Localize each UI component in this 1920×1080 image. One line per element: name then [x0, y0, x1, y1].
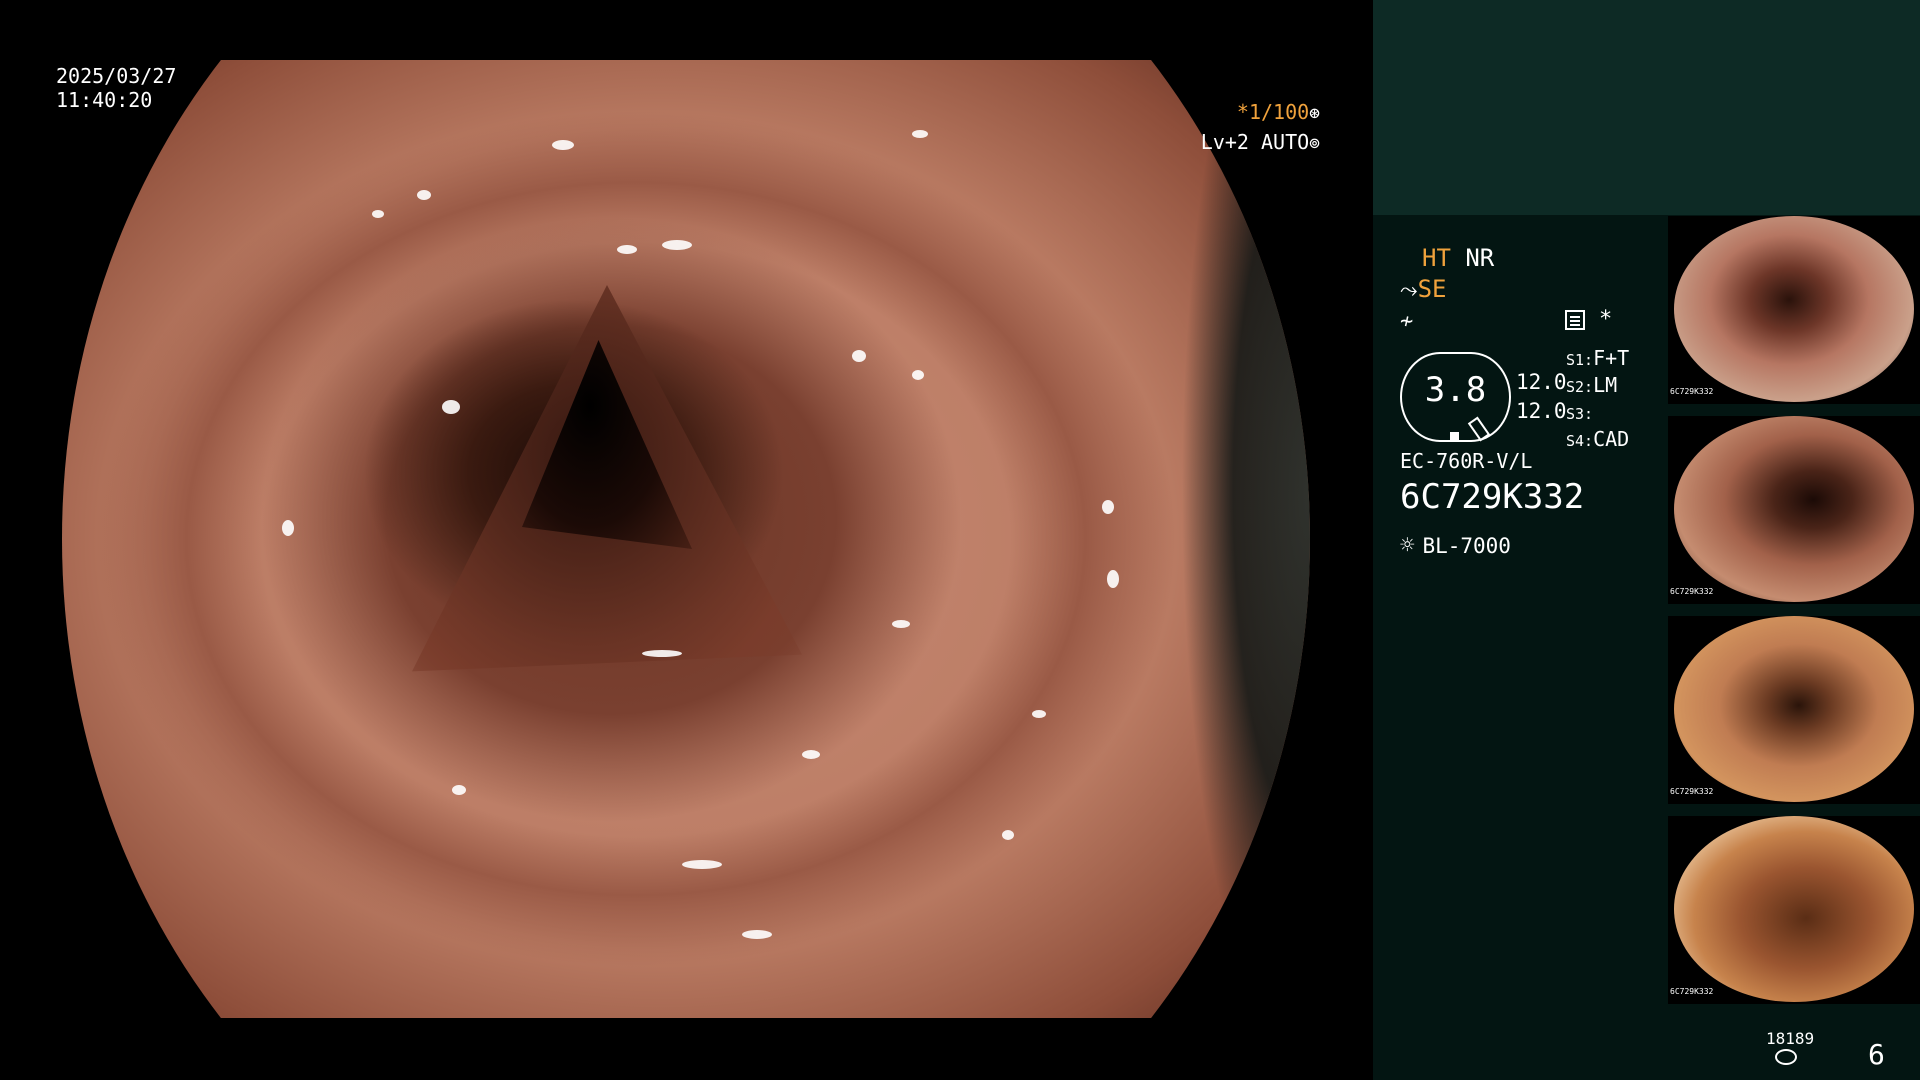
switch-s4: S4:CAD	[1566, 427, 1630, 451]
scope-model: EC-760R-V/L	[1400, 449, 1533, 473]
scope-serial: 6C729K332	[1400, 477, 1585, 517]
reading-2: 12.0	[1516, 399, 1567, 423]
agc-level: Lv+2 AUTO⊚	[1190, 128, 1320, 158]
star-indicator: *	[1599, 307, 1613, 332]
aperture-icon: ⊛	[1309, 103, 1320, 124]
thumbnail[interactable]: 6C729K332	[1668, 616, 1920, 804]
time-text: 11:40:20	[56, 88, 153, 112]
disk-icon	[1775, 1049, 1797, 1065]
storage-count: 18189	[1766, 1029, 1815, 1048]
settings-row: *	[1565, 305, 1612, 335]
switch-s1: S1:F+T	[1566, 346, 1630, 370]
filter-row: ≁	[1400, 305, 1413, 337]
exposure-info: *1/100⊛ Lv+2 AUTO⊚	[1190, 98, 1320, 158]
light-source-label: BL-7000	[1422, 534, 1511, 558]
zoom-marker-icon	[1450, 432, 1459, 440]
thumbnail-image	[1674, 216, 1914, 402]
settings-icon	[1565, 310, 1585, 330]
agc-value: Lv+2 AUTO	[1200, 130, 1310, 154]
switch-s2: S2:LM	[1566, 373, 1618, 397]
readings: 12.0 12.0	[1516, 368, 1567, 426]
endoscope-view: 2025/03/27 11:40:20 *1/100⊛ Lv+2 AUTO⊚	[0, 0, 1373, 1080]
iris-icon: ⊚	[1309, 133, 1320, 154]
nr-indicator: NR	[1465, 244, 1495, 272]
filter-icon: ≁	[1400, 309, 1414, 334]
thumbnail[interactable]: 6C729K332	[1668, 216, 1920, 404]
thumbnail-caption: 6C729K332	[1670, 387, 1714, 396]
scope-switches: S1:F+T S2:LM S3: S4:CAD	[1566, 346, 1629, 454]
switch-s3: S3:	[1566, 405, 1594, 423]
thumbnail-image	[1674, 416, 1914, 602]
thumbnail-caption: 6C729K332	[1670, 987, 1714, 996]
thumbnail-caption: 6C729K332	[1670, 787, 1714, 796]
panel-header	[1373, 0, 1920, 215]
light-source: ☼ BL-7000	[1400, 530, 1511, 561]
enhancement-icon: ⤳	[1400, 278, 1418, 303]
light-source-icon: ☼	[1400, 531, 1415, 559]
date-text: 2025/03/27	[56, 64, 177, 88]
reading-1: 12.0	[1516, 370, 1567, 394]
endoscope-image	[62, 60, 1310, 1018]
thumbnail-caption: 6C729K332	[1670, 587, 1714, 596]
thumbnail[interactable]: 6C729K332	[1668, 416, 1920, 604]
zoom-value: 3.8	[1424, 370, 1487, 410]
thumbnail-image	[1674, 816, 1914, 1002]
shutter-speed: *1/100⊛	[1190, 98, 1320, 128]
shutter-value: *1/100	[1236, 100, 1310, 124]
thumbnail-image	[1674, 616, 1914, 802]
se-indicator: SE	[1417, 275, 1447, 303]
ht-indicator: HT	[1422, 244, 1451, 272]
thumbnail-strip: 6C729K332 6C729K332 6C729K332 6C729K332	[1668, 216, 1920, 1016]
enhancement-row: ⤳SE	[1400, 274, 1447, 306]
image-mode-row: HT NR	[1422, 243, 1494, 273]
image-number: 6	[1868, 1038, 1885, 1071]
datetime-display: 2025/03/27 11:40:20	[56, 64, 176, 112]
thumbnail[interactable]: 6C729K332	[1668, 816, 1920, 1004]
